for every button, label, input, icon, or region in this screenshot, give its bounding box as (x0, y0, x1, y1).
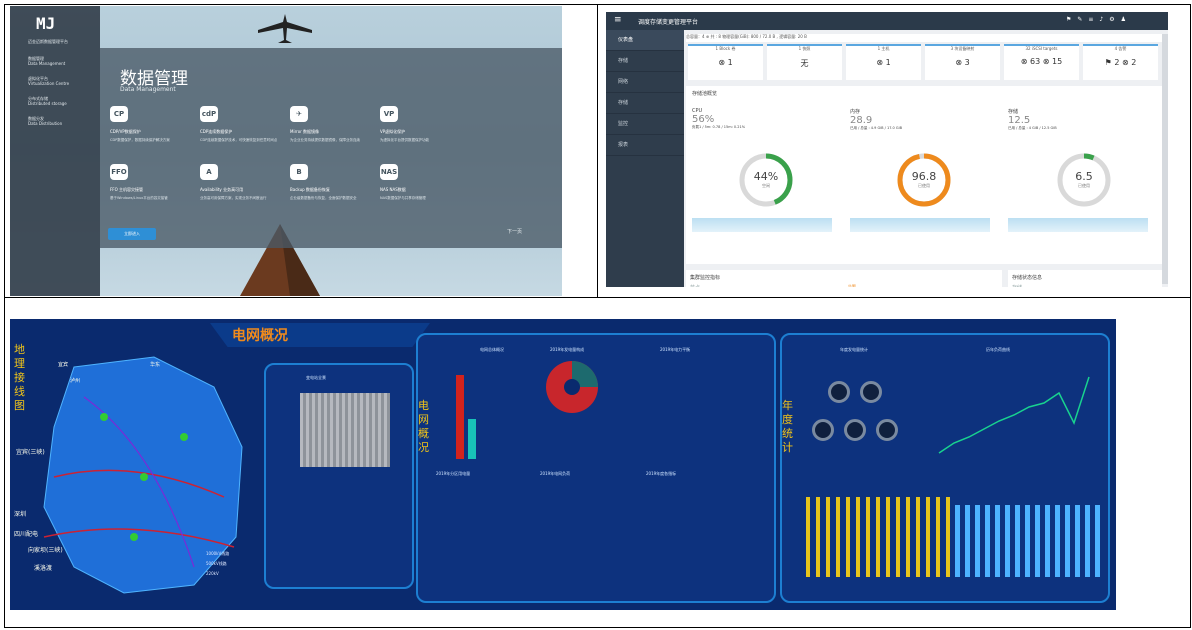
storage-gauge: 6.5 已使用 (1056, 152, 1112, 208)
storage-status-panel: 存储状态信息存储 (1008, 270, 1162, 287)
yearly-bar-chart (800, 497, 950, 577)
map-label: 溪洛渡 (34, 565, 53, 572)
load-curve (938, 376, 1090, 454)
summary-card[interactable]: 1 Block 卷 ⊗ 1 (688, 44, 763, 80)
gauge-dial (876, 419, 898, 441)
airplane-image (258, 14, 312, 43)
gauge-dial (828, 381, 850, 403)
map-legend-item: 1000kV线路 (206, 551, 230, 556)
app-title: 调度存储变更管理平台 (638, 19, 699, 26)
monthly-bar-chart (950, 505, 1100, 577)
gauge-dial (812, 419, 834, 441)
gauge-dial (844, 419, 866, 441)
panel-title: 电网总体概况 (480, 347, 504, 352)
bar-mark (468, 419, 476, 459)
sidebar-item-dashboard[interactable]: 仪表盘 (606, 30, 684, 51)
cpu-sparkline (692, 218, 832, 232)
status-line: 总容量：4 ⊕ 共 : 8 物理容量(GiB): 800 / 72.0 B , … (686, 34, 1162, 42)
panel-title: 年度发电量统计 (840, 347, 868, 352)
bar-mark (456, 375, 464, 459)
feature-icon: CP (110, 106, 128, 122)
map-label: 华东 (150, 362, 161, 368)
storage-metric: 存储 12.5 已用 / 总量 : 4 GiB / 12.5 GiB (1008, 109, 1057, 130)
feature-backup[interactable]: B Backup 数据备份恢复 企业级数据备份与恢复，全面保护数据安全 (290, 164, 380, 212)
map-label: 向家坝(三峡) (28, 547, 63, 554)
feature-icon: VP (380, 106, 398, 122)
sidebar-item-distributed-storage[interactable]: 分布式存储 Distributed storage (28, 96, 67, 106)
storage-sparkline (1008, 218, 1148, 232)
toolbar-icons[interactable]: ⚑✎≡♪⚙♟ (1066, 16, 1132, 23)
sidebar-item-storage-2[interactable]: 存储 (606, 93, 684, 114)
cpu-gauge: 44% 空闲 (738, 152, 794, 208)
map-label: 宜宾(三峡) (16, 449, 45, 456)
cluster-metrics-panel: 集群监控指标节点 (686, 270, 1002, 287)
panel-title: 2019年电网负荷 (540, 471, 571, 476)
feature-cdp-vp[interactable]: CP CDP/VP数据保护 CDP数据保护，数据持续保护解决方案 (110, 106, 200, 154)
panel-title: 历年负荷曲线 (986, 347, 1010, 352)
memory-gauge: 96.8 已使用 (896, 152, 952, 208)
map-legend-item: 220kV (206, 571, 219, 576)
overview-vertical-label: 电网概况 (418, 399, 429, 454)
pie-chart (546, 361, 598, 413)
map-legend-item: 500kV线路 (206, 561, 227, 566)
main-content: 总容量：4 ⊕ 共 : 8 物理容量(GiB): 800 / 72.0 B , … (686, 34, 1162, 287)
memory-sparkline (850, 218, 990, 232)
map-label: 四川配电 (14, 531, 39, 538)
page-subtitle: Data Management (120, 86, 176, 93)
memory-metric: 内存 28.9 已用 / 总量 : 4.9 GiB / 17.0 GiB (850, 109, 902, 130)
summary-card[interactable]: 32 iSCSI targets ⊗ 63 ⊗ 15 (1004, 44, 1079, 80)
panel-title: 2019年发电量构成 (550, 347, 585, 352)
feature-vp[interactable]: VP VP虚拟化保护 为虚拟化平台提供数据保护功能 (380, 106, 470, 154)
next-page-link[interactable]: 下一页 (507, 228, 522, 235)
photo-title: 变电站全景 (306, 375, 326, 380)
sidebar: 仪表盘 存储 网络 存储 监控 报表 (606, 30, 684, 287)
gauge-dial (860, 381, 882, 403)
sidebar: MJ 迈金迈斯数据管理平台 数据管理 Data Management 虚拟化平台 V… (10, 6, 100, 296)
scrollbar[interactable] (1162, 34, 1168, 284)
feature-icon: A (200, 164, 218, 180)
summary-card[interactable]: 4 告警 ⚑ 2 ⊗ 2 (1083, 44, 1158, 80)
summary-card[interactable]: 1 快照无 (767, 44, 842, 80)
feature-cdp[interactable]: cdP CDP连续数据保护 CDP连续数据保护技术，可快速恢复到任意时间点 (200, 106, 290, 154)
sidebar-item-report[interactable]: 报表 (606, 135, 684, 156)
feature-ffo[interactable]: FFO FFO 主机容灾接管 基于Windows/Linux平台的容灾接管 (110, 164, 200, 212)
sidebar-item-network[interactable]: 网络 (606, 72, 684, 93)
summary-card[interactable]: 1 主机 ⊗ 1 (846, 44, 921, 80)
logo: MJ (36, 14, 56, 33)
feature-icon: FFO (110, 164, 128, 180)
feature-icon: NAS (380, 164, 398, 180)
start-button[interactable]: 立即进入 (108, 228, 156, 240)
map-label: 泸州 (70, 378, 81, 384)
feature-availability[interactable]: A Availability 业务高可用 业务高可用保障方案，实现业务不间断运行 (200, 164, 290, 212)
feature-icon: cdP (200, 106, 218, 122)
panel-title: 2019年电力平衡 (660, 347, 691, 352)
panel-title: 2019年度各指标 (646, 471, 677, 476)
section-title: 存储池概览 (692, 91, 718, 97)
sidebar-item-data-management[interactable]: 数据管理 Data Management (28, 56, 65, 66)
map-label: 宜宾 (58, 362, 69, 368)
sidebar-item-storage[interactable]: 存储 (606, 51, 684, 72)
power-grid-big-screen: 电网概况 地理接线图 宜宾 泸州 宜宾(三峡) 深圳 四川配电 向家坝(三峡) … (10, 319, 1116, 610)
feature-mirror[interactable]: ✈ Mirror 数据镜像 为企业业务持续提供数据镜像，保障业务连续 (290, 106, 380, 154)
alert-tab[interactable]: 告警 (848, 284, 856, 287)
logo-subtitle: 迈金迈斯数据管理平台 (28, 39, 68, 44)
feature-nas[interactable]: NAS NAS NAS数据 NAS数据保护与共享存储管理 (380, 164, 470, 212)
storage-dashboard-screen: ≡ 调度存储变更管理平台 ⚑✎≡♪⚙♟ 仪表盘 存储 网络 存储 监控 报表 总… (606, 12, 1168, 287)
sidebar-item-monitor[interactable]: 监控 (606, 114, 684, 135)
cpu-metric: CPU 56% 负载1 / 5m: 0.78 / 15m: 0.21% (692, 108, 746, 129)
menu-icon[interactable]: ≡ (614, 15, 622, 25)
substation-photo[interactable] (300, 393, 390, 467)
yearly-vertical-label: 年度统计 (782, 399, 793, 454)
feature-icon: ✈ (290, 106, 308, 122)
sidebar-item-data-distribution[interactable]: 数据分发 Data Distribution (28, 116, 62, 126)
data-management-screen: MJ 迈金迈斯数据管理平台 数据管理 Data Management 虚拟化平台 V… (10, 6, 562, 296)
top-bar: ≡ 调度存储变更管理平台 ⚑✎≡♪⚙♟ (606, 12, 1168, 30)
feature-icon: B (290, 164, 308, 180)
sidebar-item-virtualization[interactable]: 虚拟化平台 Virtualization Centre (28, 76, 69, 86)
map-label: 深圳 (14, 511, 27, 518)
summary-card[interactable]: 3 块设备映射 ⊗ 3 (925, 44, 1000, 80)
panel-title: 2019年分区用电量 (436, 471, 471, 476)
